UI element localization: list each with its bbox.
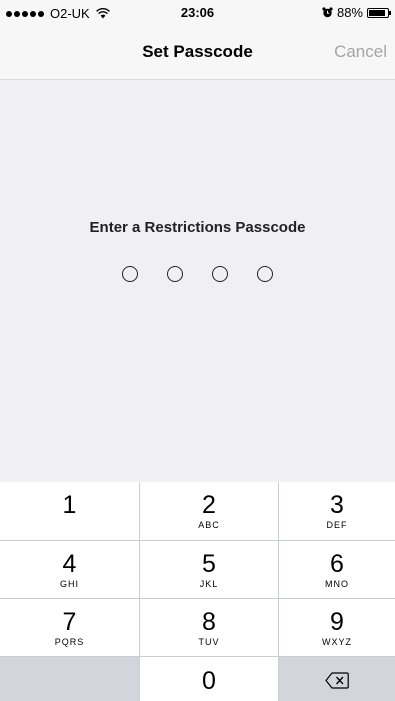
battery-fill	[369, 9, 385, 16]
status-right: 88%	[322, 5, 391, 20]
alarm-icon	[322, 7, 333, 18]
passcode-dot	[167, 266, 183, 282]
navigation-bar: Set Passcode Cancel	[0, 26, 395, 80]
key-letters: ABC	[198, 520, 220, 530]
key-letters: PQRS	[54, 636, 85, 647]
key-1[interactable]: 1	[0, 482, 139, 540]
key-6[interactable]: 6 MNO	[279, 541, 395, 598]
passcode-dot	[257, 266, 273, 282]
key-2[interactable]: 2 ABC	[140, 482, 278, 540]
key-letters: TUV	[198, 636, 220, 647]
status-bar: O2-UK 23:06 88%	[0, 0, 395, 26]
key-digit: 4	[62, 549, 77, 578]
key-9[interactable]: 9 WXYZ	[279, 599, 395, 656]
key-digit: 2	[202, 491, 216, 519]
cancel-button[interactable]: Cancel	[334, 42, 387, 62]
key-5[interactable]: 5 JKL	[140, 541, 278, 598]
passcode-entry-area: Enter a Restrictions Passcode	[0, 80, 395, 482]
numeric-keypad: 1 2 ABC 3 DEF 4 GHI 5 JKL 6 MNO 7 PQRS 8	[0, 482, 395, 701]
passcode-prompt: Enter a Restrictions Passcode	[89, 219, 306, 236]
key-letters: DEF	[326, 520, 348, 530]
battery-icon	[367, 7, 391, 18]
key-digit: 0	[202, 666, 216, 695]
key-4[interactable]: 4 GHI	[0, 541, 139, 598]
key-letters: GHI	[59, 578, 79, 589]
key-digit: 6	[330, 549, 344, 578]
key-digit: 1	[62, 491, 77, 519]
key-digit: 3	[330, 491, 344, 519]
key-digit: 8	[202, 607, 216, 636]
key-digit: 7	[62, 607, 77, 636]
key-letters: JKL	[199, 578, 219, 589]
passcode-dots	[0, 266, 395, 282]
key-8[interactable]: 8 TUV	[140, 599, 278, 656]
phone-screen: O2-UK 23:06 88% Set Passcode Cancel Ente…	[0, 0, 395, 701]
delete-button[interactable]	[279, 657, 395, 701]
key-digit: 9	[330, 607, 344, 636]
key-7[interactable]: 7 PQRS	[0, 599, 139, 656]
battery-percent: 88%	[336, 5, 363, 20]
backspace-icon	[325, 672, 349, 689]
key-letters: MNO	[325, 578, 349, 589]
key-digit: 5	[202, 549, 216, 578]
key-3[interactable]: 3 DEF	[279, 482, 395, 540]
key-blank	[0, 657, 139, 701]
passcode-dot	[122, 266, 138, 282]
passcode-dot	[212, 266, 228, 282]
key-0[interactable]: 0	[140, 657, 278, 701]
key-letters: WXYZ	[322, 636, 352, 647]
